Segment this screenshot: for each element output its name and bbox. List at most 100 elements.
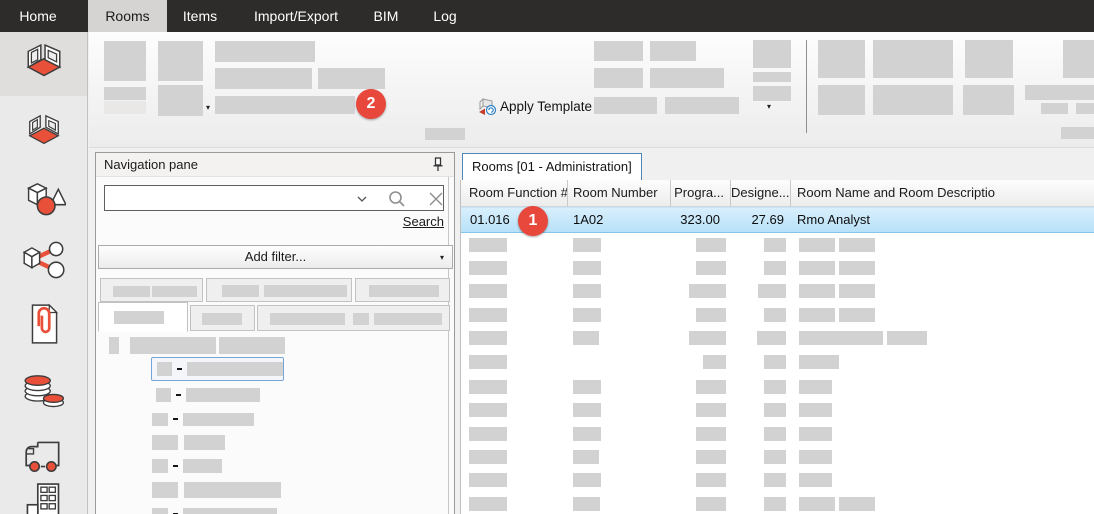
column-header-programmed[interactable]: Progra... (671, 180, 731, 207)
table-row[interactable] (461, 450, 1094, 464)
menu-bim[interactable]: BIM (364, 0, 408, 32)
redacted-block (219, 337, 285, 354)
table-row[interactable] (461, 238, 1094, 252)
redacted-block (665, 97, 739, 114)
redacted-block (1061, 127, 1094, 139)
table-row[interactable] (461, 380, 1094, 394)
top-menu-bar: Home Rooms Items Import/Export BIM Log (0, 0, 1094, 32)
navigation-pane-title: Navigation pane (96, 153, 454, 177)
redacted-block (965, 40, 1013, 78)
sidebar-item-logistics[interactable] (0, 424, 87, 486)
ribbon: ▾ ▾ Ap (89, 32, 1094, 148)
menu-rooms[interactable]: Rooms (88, 0, 167, 32)
menu-items[interactable]: Items (176, 0, 224, 32)
nav-tab[interactable] (355, 278, 450, 302)
search-icon[interactable] (388, 190, 406, 208)
nav-tab[interactable] (257, 305, 450, 331)
search-link[interactable]: Search (403, 214, 444, 229)
menu-home[interactable]: Home (14, 0, 62, 32)
add-filter-label: Add filter... (245, 249, 306, 264)
redacted-block (703, 355, 726, 369)
redacted-block (184, 482, 281, 498)
redacted-block (799, 380, 832, 394)
table-row[interactable] (461, 355, 1094, 369)
nav-tab[interactable] (206, 278, 352, 302)
table-row[interactable] (461, 308, 1094, 322)
clear-icon[interactable] (427, 190, 445, 208)
table-row[interactable] (461, 427, 1094, 441)
redacted-block (187, 362, 284, 376)
scrollbar[interactable] (448, 177, 449, 514)
pin-icon[interactable] (432, 157, 444, 177)
nav-tab[interactable] (190, 305, 255, 331)
truck-icon (22, 434, 66, 476)
tree-item-selected[interactable] (151, 357, 284, 381)
redacted-block (650, 41, 696, 61)
chevron-down-icon[interactable] (357, 196, 367, 202)
nav-tab-active[interactable] (98, 302, 188, 332)
table-row[interactable] (461, 261, 1094, 275)
redacted-block (594, 97, 657, 114)
sidebar-item-finance[interactable] (0, 360, 87, 420)
cell-programmed: 323.00 (680, 212, 720, 227)
dropdown-arrow-icon[interactable]: ▾ (206, 104, 210, 112)
redacted-block (764, 261, 786, 275)
table-row[interactable] (461, 331, 1094, 345)
nav-tab[interactable] (100, 278, 203, 302)
sidebar-item-buildings[interactable] (0, 478, 87, 514)
redacted-block (594, 68, 643, 88)
sidebar-item-attachments[interactable] (0, 292, 87, 356)
redacted-block (183, 459, 222, 473)
column-header-room-number[interactable]: Room Number (568, 180, 671, 207)
tree-item[interactable] (156, 386, 260, 404)
redacted-block (764, 238, 786, 252)
redacted-block (689, 331, 726, 345)
menu-import-export[interactable]: Import/Export (241, 0, 351, 32)
redacted-block (183, 508, 277, 514)
tree-item[interactable] (152, 410, 254, 428)
column-header-room-function[interactable]: Room Function # (461, 180, 568, 207)
column-header-room-name[interactable]: Room Name and Room Descriptio (791, 180, 1094, 207)
redacted-block (799, 403, 832, 417)
dropdown-arrow-icon[interactable]: ▾ (767, 103, 771, 111)
redacted-block (573, 403, 601, 417)
sidebar-item-rooms[interactable] (0, 32, 87, 96)
redacted-block (696, 261, 726, 275)
table-row[interactable] (461, 403, 1094, 417)
tree-item[interactable] (152, 505, 277, 514)
sidebar-item-rooms-alt[interactable] (0, 102, 87, 162)
menu-log[interactable]: Log (423, 0, 467, 32)
table-row[interactable] (461, 497, 1094, 511)
tree-item[interactable] (152, 433, 225, 451)
redacted-block (152, 413, 168, 426)
add-filter-button[interactable]: Add filter... ▾ (98, 245, 453, 269)
tree-item[interactable] (152, 481, 281, 499)
navigation-pane: Navigation pane Search Add fil (95, 152, 455, 514)
search-input[interactable] (104, 185, 444, 211)
sidebar-item-items[interactable] (0, 167, 87, 227)
apply-template-button[interactable]: Apply Template (477, 95, 592, 117)
redacted-block (757, 331, 786, 345)
cell-designed: 27.69 (751, 212, 784, 227)
sidebar-item-connections[interactable] (0, 230, 87, 290)
column-header-designed[interactable]: Designe... (731, 180, 791, 207)
table-row[interactable] (461, 284, 1094, 298)
rooms-document-tab[interactable]: Rooms [01 - Administration] (462, 153, 642, 180)
redacted-block (573, 261, 601, 275)
tree-item[interactable] (109, 336, 285, 354)
redacted-block (799, 450, 832, 464)
redacted-block (158, 85, 203, 116)
callout-badge-2: 2 (356, 89, 386, 119)
redacted-block (113, 286, 150, 297)
dropdown-arrow-icon: ▾ (440, 254, 444, 262)
redacted-block (469, 473, 507, 487)
redacted-block (799, 238, 835, 252)
table-row-selected[interactable]: 01.016 1A02 323.00 27.69 Rmo Analyst (461, 207, 1094, 233)
redacted-block (1041, 103, 1068, 114)
redacted-block (184, 435, 225, 450)
tree-item[interactable] (152, 457, 222, 475)
redacted-block (469, 450, 507, 464)
redacted-block (696, 238, 726, 252)
redacted-block (1076, 103, 1094, 114)
table-row[interactable] (461, 473, 1094, 487)
